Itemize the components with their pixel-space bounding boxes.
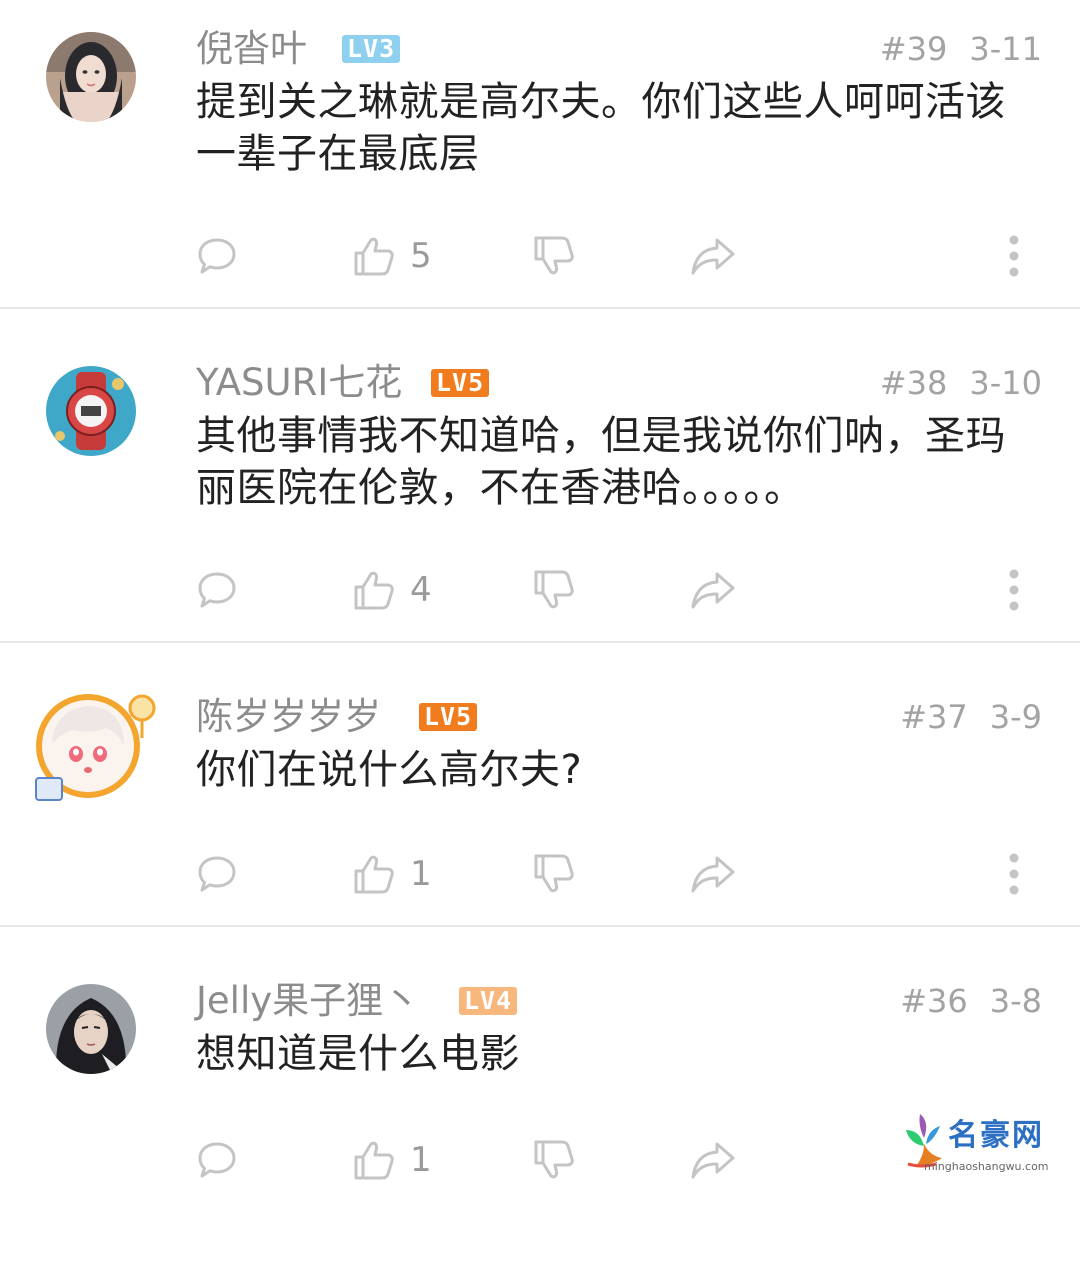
share-icon [690,235,736,277]
comment-meta: #36 3-8 [900,978,1042,1024]
comment-text: 提到关之琳就是高尔夫。你们这些人呵呵活该 一辈子在最底层 [196,76,1046,180]
like-count: 5 [410,228,432,284]
thumbs-down-icon [532,852,576,896]
comment-actions: 5 [0,228,1080,284]
dislike-button[interactable] [532,228,576,284]
thumbs-down-icon [532,568,576,612]
like-count: 4 [410,562,432,618]
more-icon [1004,234,1024,278]
reply-icon [196,1139,238,1181]
avatar[interactable] [46,32,136,122]
reply-button[interactable] [196,228,238,284]
level-badge: LV5 [431,369,489,397]
comment-actions: 4 [0,562,1080,618]
comment-meta: #38 3-10 [880,360,1042,406]
more-button[interactable] [1004,562,1024,618]
avatar[interactable] [32,684,156,808]
site-watermark: 名豪网 minghaoshangwu.com [900,1108,1070,1184]
comment-text-line: 一辈子在最底层 [196,128,1046,180]
thumbs-up-icon [352,852,396,896]
reply-button[interactable] [196,1132,238,1188]
dislike-button[interactable] [532,562,576,618]
username[interactable]: 陈岁岁岁岁 [196,692,381,742]
comment-text-line: 提到关之琳就是高尔夫。你们这些人呵呵活该 [196,76,1046,128]
floor-number: #36 [900,982,968,1020]
comment-meta: #39 3-11 [880,26,1042,72]
reply-icon [196,235,238,277]
more-icon [1004,852,1024,896]
level-badge: LV5 [419,703,477,731]
share-button[interactable] [690,562,736,618]
floor-number: #37 [900,698,968,736]
like-count: 1 [410,846,432,902]
comment-date: 3-8 [990,982,1042,1020]
reply-icon [196,853,238,895]
comment-text-line: 想知道是什么电影 [196,1028,1046,1080]
avatar[interactable] [46,984,136,1074]
comment-date: 3-9 [990,698,1042,736]
divider [0,925,1080,927]
dislike-button[interactable] [532,1132,576,1188]
share-button[interactable] [690,1132,736,1188]
like-button[interactable]: 5 [352,228,432,284]
comment-date: 3-10 [969,364,1042,402]
level-badge: LV3 [342,35,400,63]
comment-date: 3-11 [969,30,1042,68]
comment-text-line: 丽医院在伦敦，不在香港哈。。。。。 [196,462,1046,514]
thumbs-up-icon [352,568,396,612]
like-button[interactable]: 4 [352,562,432,618]
comment-item: YASURI七花 LV5 #38 3-10 其他事情我不知道哈，但是我说你们呐，圣… [0,334,1080,668]
like-button[interactable]: 1 [352,846,432,902]
comment-actions: 1 [0,846,1080,902]
divider [0,641,1080,643]
username[interactable]: Jelly果子狸丶 [196,976,420,1026]
like-button[interactable]: 1 [352,1132,432,1188]
comment-item: 倪沓叶 LV3 #39 3-11 提到关之琳就是高尔夫。你们这些人呵呵活该 一辈子… [0,0,1080,334]
share-icon [690,569,736,611]
comment-text: 其他事情我不知道哈，但是我说你们呐，圣玛 丽医院在伦敦，不在香港哈。。。。。 [196,410,1046,514]
thumbs-down-icon [532,234,576,278]
more-button[interactable] [1004,846,1024,902]
floor-number: #38 [880,364,948,402]
share-button[interactable] [690,228,736,284]
comment-text-line: 其他事情我不知道哈，但是我说你们呐，圣玛 [196,410,1046,462]
more-icon [1004,568,1024,612]
thumbs-up-icon [352,234,396,278]
thumbs-down-icon [532,1138,576,1182]
comment-meta: #37 3-9 [900,694,1042,740]
reply-button[interactable] [196,846,238,902]
watermark-url: minghaoshangwu.com [924,1160,1049,1173]
more-button[interactable] [1004,228,1024,284]
share-icon [690,1139,736,1181]
avatar[interactable] [46,366,136,456]
comment-text-line: 你们在说什么高尔夫? [196,744,1046,796]
username[interactable]: 倪沓叶 [196,24,307,74]
thumbs-up-icon [352,1138,396,1182]
username[interactable]: YASURI七花 [196,358,402,408]
watermark-title: 名豪网 [948,1110,1044,1154]
level-badge: LV4 [459,987,517,1015]
like-count: 1 [410,1132,432,1188]
dislike-button[interactable] [532,846,576,902]
reply-icon [196,569,238,611]
comment-text: 想知道是什么电影 [196,1028,1046,1080]
comment-text: 你们在说什么高尔夫? [196,744,1046,796]
divider [0,307,1080,309]
share-icon [690,853,736,895]
reply-button[interactable] [196,562,238,618]
share-button[interactable] [690,846,736,902]
floor-number: #39 [880,30,948,68]
